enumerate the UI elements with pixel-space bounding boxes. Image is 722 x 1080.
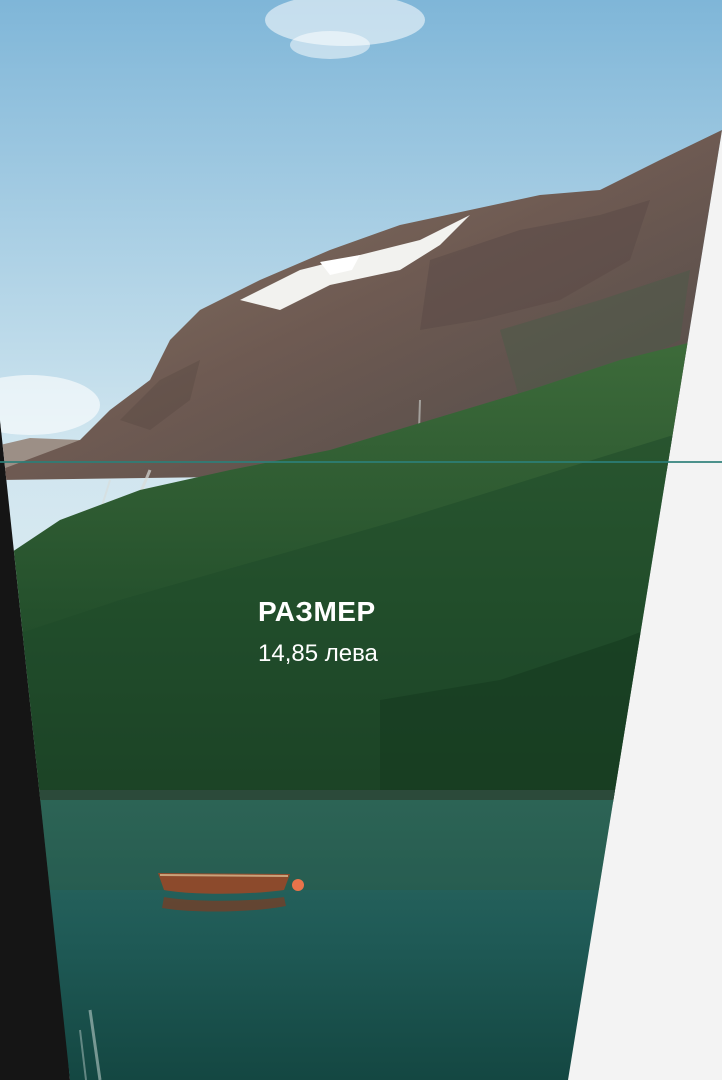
size-value: 14,85 лева bbox=[258, 640, 378, 667]
mountain-fjord-illustration bbox=[0, 0, 722, 1080]
fjord-photo bbox=[0, 0, 722, 1080]
horizontal-accent-line bbox=[0, 461, 722, 463]
size-title: РАЗМЕР bbox=[258, 596, 376, 627]
size-info-block: РАЗМЕР 14,85 лева bbox=[258, 595, 378, 669]
page-canvas: РАЗМЕР 14,85 лева bbox=[0, 0, 722, 1080]
